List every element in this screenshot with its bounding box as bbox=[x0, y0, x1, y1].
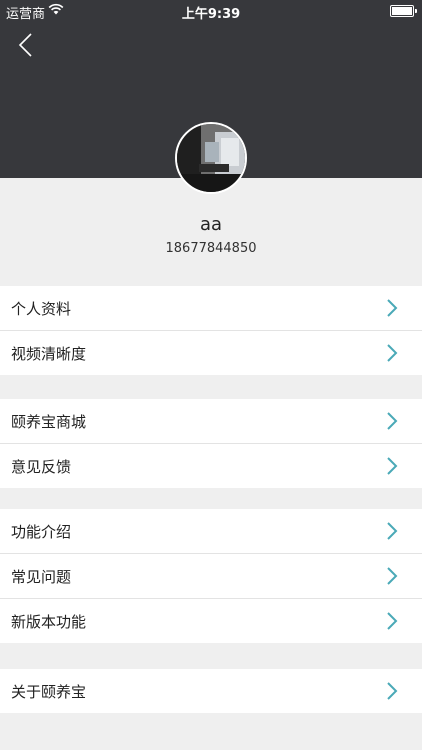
menu-item-mall[interactable]: 颐养宝商城 bbox=[0, 399, 422, 443]
chevron-right-icon bbox=[387, 682, 398, 700]
menu-item-video-quality[interactable]: 视频清晰度 bbox=[0, 330, 422, 375]
menu-item-label: 视频清晰度 bbox=[11, 345, 87, 363]
menu-item-personal-info[interactable]: 个人资料 bbox=[0, 286, 422, 330]
chevron-right-icon bbox=[387, 299, 398, 317]
menu-item-faq[interactable]: 常见问题 bbox=[0, 553, 422, 598]
chevron-right-icon bbox=[387, 612, 398, 630]
menu-item-label: 新版本功能 bbox=[11, 613, 87, 631]
chevron-right-icon bbox=[387, 412, 398, 430]
status-time: 上午9:39 bbox=[181, 7, 241, 22]
menu-item-new-features[interactable]: 新版本功能 bbox=[0, 598, 422, 643]
chevron-right-icon bbox=[387, 457, 398, 475]
avatar[interactable] bbox=[175, 122, 247, 194]
menu-item-label: 颐养宝商城 bbox=[11, 413, 87, 431]
menu-item-label: 功能介绍 bbox=[11, 523, 72, 541]
menu-group-help: 功能介绍 常见问题 新版本功能 bbox=[0, 509, 422, 643]
menu-group-about: 关于颐养宝 bbox=[0, 669, 422, 713]
chevron-right-icon bbox=[387, 567, 398, 585]
menu-item-label: 常见问题 bbox=[11, 568, 72, 586]
profile-phone: 18677844850 bbox=[165, 241, 257, 256]
menu-group-account: 个人资料 视频清晰度 bbox=[0, 286, 422, 375]
menu-item-label: 关于颐养宝 bbox=[11, 683, 87, 701]
chevron-right-icon bbox=[387, 344, 398, 362]
chevron-left-icon bbox=[18, 33, 32, 57]
battery-icon bbox=[390, 5, 417, 17]
menu-item-label: 个人资料 bbox=[11, 300, 72, 318]
menu-item-features[interactable]: 功能介绍 bbox=[0, 509, 422, 553]
menu-group-services: 颐养宝商城 意见反馈 bbox=[0, 399, 422, 488]
profile-name: aa bbox=[199, 214, 223, 235]
menu-item-feedback[interactable]: 意见反馈 bbox=[0, 443, 422, 488]
avatar-photo bbox=[177, 124, 245, 192]
status-bar: 运营商 上午9:39 bbox=[0, 0, 422, 22]
back-button[interactable] bbox=[16, 32, 38, 58]
menu-item-about[interactable]: 关于颐养宝 bbox=[0, 669, 422, 713]
chevron-right-icon bbox=[387, 522, 398, 540]
menu-item-label: 意见反馈 bbox=[11, 458, 72, 476]
